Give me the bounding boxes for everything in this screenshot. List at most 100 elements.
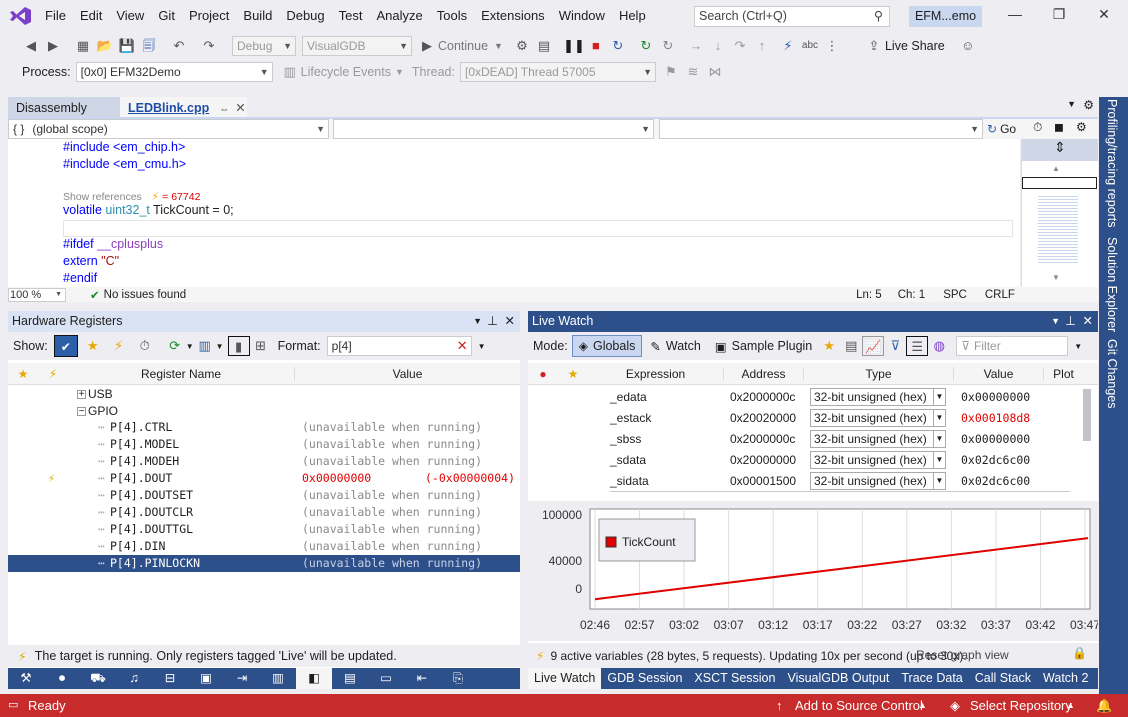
chevron-up-icon[interactable]: ▲ [918,694,927,717]
table-icon[interactable]: ▤ [332,668,368,689]
timer-icon[interactable]: ⏱ [134,336,156,356]
step-icon[interactable]: ↻ [657,36,679,56]
close-tab-icon[interactable]: ✕ [235,101,245,115]
column-header-value[interactable]: Value [953,366,1043,381]
list-icon[interactable]: ☰ [906,336,929,356]
minimap[interactable]: ⇕ ▲ ▼ [1021,139,1098,287]
table-row[interactable]: ⋯ P[4].MODEH (unavailable when running) [8,453,520,470]
step-over-icon[interactable]: → [685,36,707,56]
config-select[interactable]: Debug ▼ [232,36,296,56]
chevron-down-icon[interactable]: ▼ [494,41,503,51]
menu-analyze[interactable]: Analyze [369,0,429,32]
sample-plugin-button[interactable]: ▣ Sample Plugin [715,339,812,354]
collapse-icon[interactable]: − [77,407,86,417]
process-select[interactable]: [0x0] EFM32Demo ▼ [75,62,273,82]
threads-icon[interactable]: ⋈ [704,62,726,82]
list-item[interactable]: _sidata 0x00001500 32-bit unsigned (hex) ▼ 0… [528,471,1083,492]
feedback-icon[interactable]: ☺ [957,36,979,56]
table-row[interactable]: ⋯ P[4].DOUTCLR (unavailable when running) [8,504,520,521]
chevron-down-icon[interactable]: ▼ [933,410,945,426]
column-header-expression[interactable]: Expression [588,367,723,381]
tab-xsct-session[interactable]: XSCT Session [688,668,781,689]
continue-button[interactable]: Continue [438,39,488,53]
filter-input[interactable]: ⊽ Filter [956,336,1069,356]
close-icon[interactable]: ✕ [505,311,515,332]
tab-profiling[interactable]: Profiling/tracing reports [1105,99,1119,228]
star-icon[interactable]: ★ [818,336,840,356]
scroll-up-icon[interactable]: ▲ [1052,164,1060,173]
table-row[interactable]: ⋯ P[4].PINLOCKN (unavailable when running) [8,555,520,572]
timer-icon[interactable]: ⏱ [1033,120,1042,135]
refresh-icon[interactable]: ⟳ [164,336,186,356]
chevron-down-icon[interactable]: ▼ [478,342,486,351]
live-icon[interactable]: ⚡ [108,336,130,356]
play-icon[interactable]: ▶ [416,36,438,56]
wrench-icon[interactable]: ⚒ [8,668,44,689]
chevron-down-icon[interactable]: ▼ [1074,342,1082,351]
list-item[interactable]: _edata 0x2000000c 32-bit unsigned (hex) ▼ 0x… [528,387,1083,408]
menu-edit[interactable]: Edit [73,0,109,32]
memory-icon[interactable]: ▮ [227,336,250,356]
tab-git-changes[interactable]: Git Changes [1105,339,1119,408]
record-icon[interactable]: ● [528,367,558,381]
book-icon[interactable]: ⊟ [152,668,188,689]
chevron-down-icon[interactable]: ▼ [933,431,945,447]
menu-window[interactable]: Window [552,0,612,32]
expand-icon[interactable]: + [77,390,86,400]
dropdown-icon[interactable]: ▼ [1051,311,1060,332]
list-item[interactable]: _estack 0x20020000 32-bit unsigned (hex) ▼ 0… [528,408,1083,429]
restart-icon[interactable]: ↻ [607,36,629,56]
type-select[interactable]: 32-bit unsigned (hex) ▼ [810,451,946,469]
pin-icon[interactable]: ⊥ [1065,311,1076,332]
back-icon[interactable]: ◀ [20,36,42,56]
attach-icon[interactable]: ⚙ [511,36,533,56]
menu-file[interactable]: File [38,0,73,32]
tab-gdb-session[interactable]: GDB Session [601,668,688,689]
column-header-type[interactable]: Type [803,366,953,381]
menu-test[interactable]: Test [332,0,370,32]
tab-solution-explorer[interactable]: Solution Explorer [1105,237,1119,332]
tab-ledblink[interactable]: LEDBlink.cpp ⇔ ✕ [120,97,247,117]
arrow-icon[interactable]: ⇥ [224,668,260,689]
lock-icon[interactable]: 🔒 [1072,646,1087,660]
chevron-up-icon[interactable]: ▲ [1066,694,1075,717]
restore-icon[interactable]: ❐ [1044,6,1074,26]
format-input[interactable]: p[4] ✕ [326,336,472,356]
pause-icon[interactable]: ❚❚ [563,36,585,56]
tab-watch-2[interactable]: Watch 2 [1037,668,1094,689]
thread-select[interactable]: [0xDEAD] Thread 57005 ▼ [459,62,656,82]
tab-visualgdb-output[interactable]: VisualGDB Output [781,668,895,689]
live-share-icon[interactable]: ⇪ [863,36,885,56]
stop-icon[interactable]: ⏺ [44,668,80,689]
globals-button[interactable]: ◈ Globals [571,335,643,357]
table-row[interactable]: ⋯ P[4].CTRL (unavailable when running) [8,419,520,436]
split-icon[interactable]: ⇕ [1022,139,1098,161]
filter-threads-icon[interactable]: ≋ [682,62,704,82]
search-input[interactable]: Search (Ctrl+Q) ⚲ [694,6,890,27]
watch-button[interactable]: ✎ Watch [650,339,700,354]
filter-icon[interactable]: ⊽ [884,336,906,356]
minimap-viewport[interactable] [1022,177,1097,189]
select-repository[interactable]: Select Repository [970,694,1072,717]
scope-select[interactable]: { } (global scope) ▼ [8,119,329,139]
table-row[interactable]: ⋯ ⚡ P[4].DOUT 0x00000000 (-0x00000004) [8,470,520,487]
reset-graph-link[interactable]: Reset graph view [916,648,1009,662]
clip-icon[interactable]: ⎘ [440,668,476,689]
close-icon[interactable]: ✕ [1083,311,1093,332]
menu-build[interactable]: Build [236,0,279,32]
chevron-down-icon[interactable]: ▼ [186,342,194,351]
step-into-icon[interactable]: ↓ [707,36,729,56]
watch-scrollbar[interactable] [1083,389,1091,441]
star-icon[interactable]: ★ [82,336,104,356]
menu-help[interactable]: Help [612,0,653,32]
tickcount-chart[interactable]: 02:46 02:57 03:02 03:07 03:12 03:17 03:22 03:27… [528,501,1098,641]
menu-project[interactable]: Project [182,0,236,32]
list-item[interactable]: _sdata 0x20000000 32-bit unsigned (hex) ▼ 0x… [528,450,1083,471]
cpu-icon[interactable]: ▣ [188,668,224,689]
tab-live-watch[interactable]: Live Watch [528,668,602,689]
document-icon[interactable]: ▤ [840,336,862,356]
open-icon[interactable]: 📂 [94,36,116,56]
go-button[interactable]: ↻ Go [987,119,1016,139]
menu-tools[interactable]: Tools [430,0,474,32]
step-back-icon[interactable]: ↷ [729,36,751,56]
